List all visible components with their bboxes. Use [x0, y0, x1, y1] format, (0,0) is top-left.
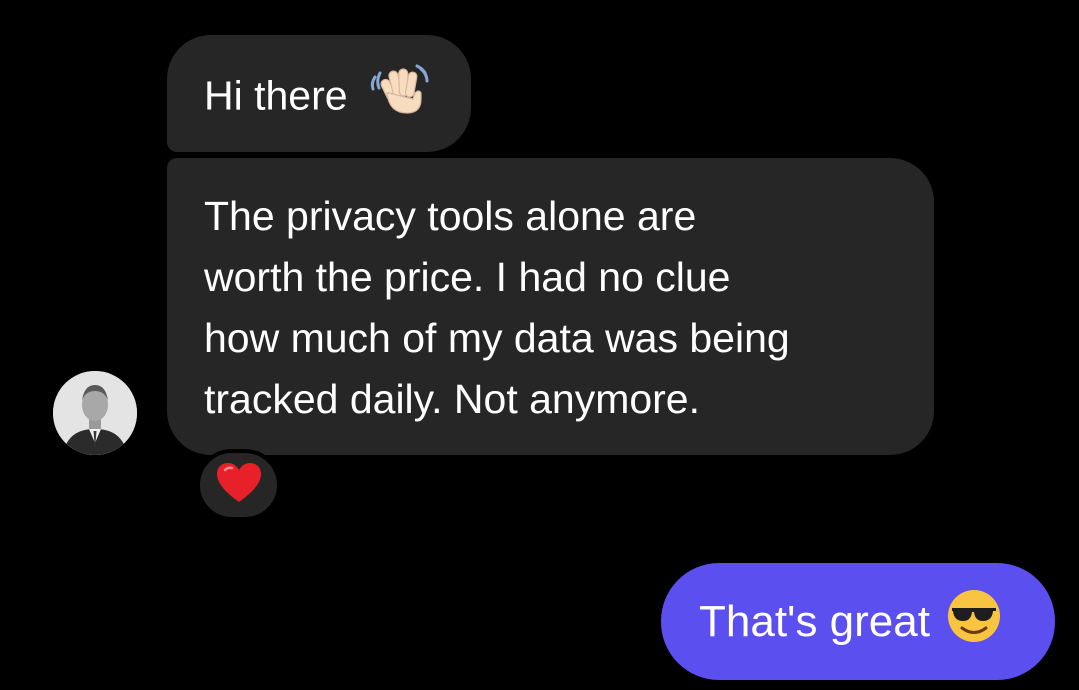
- smiling-face-with-sunglasses-icon: [946, 588, 1002, 655]
- incoming-message-bubble[interactable]: The privacy tools alone are worth the pr…: [167, 158, 934, 455]
- message-text: The privacy tools alone are worth the pr…: [204, 193, 790, 422]
- message-reaction[interactable]: [196, 449, 281, 521]
- sender-avatar[interactable]: [53, 371, 137, 455]
- message-text: Hi there: [204, 72, 348, 119]
- red-heart-icon: [216, 462, 262, 509]
- message-text: That's great: [699, 596, 930, 646]
- waving-hand-icon: [369, 63, 433, 134]
- outgoing-message-bubble[interactable]: That's great: [661, 563, 1055, 680]
- avatar-image: [53, 371, 137, 455]
- incoming-message-bubble[interactable]: Hi there: [167, 35, 471, 152]
